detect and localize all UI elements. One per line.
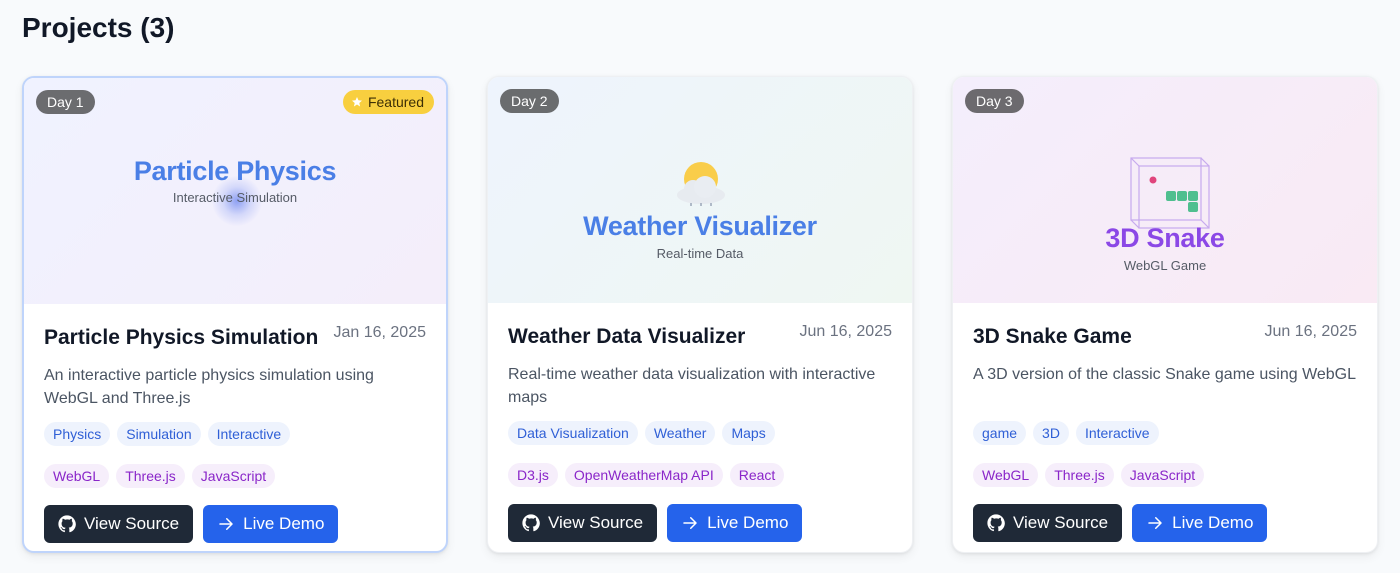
tag[interactable]: 3D xyxy=(1033,421,1069,445)
project-description: Real-time weather data visualization wit… xyxy=(508,366,876,406)
project-card-weather-visualizer[interactable]: Day 2 Weather Visualizer Real-time Data … xyxy=(487,76,913,553)
project-thumbnail[interactable]: Day 1 Featured Particle Physics Interact… xyxy=(24,78,446,304)
tag[interactable]: Interactive xyxy=(1075,421,1159,445)
project-thumbnail[interactable]: Day 2 Weather Visualizer Real-time Data xyxy=(488,77,912,303)
view-source-button[interactable]: View Source xyxy=(508,504,658,542)
tech-tag[interactable]: JavaScript xyxy=(1120,463,1205,487)
project-title: Weather Data Visualizer xyxy=(508,325,746,348)
snake-cube-icon xyxy=(1130,157,1210,229)
thumbnail-title: Weather Visualizer xyxy=(583,211,817,241)
project-title: Particle Physics Simulation xyxy=(44,326,319,349)
view-source-button[interactable]: View Source xyxy=(973,504,1123,542)
project-title: 3D Snake Game xyxy=(973,325,1132,348)
star-icon xyxy=(351,97,362,107)
thumbnail-subtitle: Real-time Data xyxy=(656,246,744,261)
sun-cloud-icon xyxy=(677,162,725,206)
live-demo-label: Live Demo xyxy=(243,514,325,533)
thumbnail-title: 3D Snake xyxy=(1105,223,1225,253)
thumbnail-title: Particle Physics xyxy=(133,156,337,186)
live-demo-label: Live Demo xyxy=(707,513,789,532)
tag[interactable]: Interactive xyxy=(207,422,291,446)
tech-tag[interactable]: WebGL xyxy=(973,463,1039,487)
featured-label: Featured xyxy=(367,94,424,110)
project-description: An interactive particle physics simulati… xyxy=(44,367,374,407)
github-icon xyxy=(522,514,540,532)
tech-tag[interactable]: OpenWeatherMap API xyxy=(564,463,723,487)
thumbnail-subtitle: WebGL Game xyxy=(1123,258,1207,273)
featured-badge: Featured xyxy=(342,90,434,114)
project-thumbnail[interactable]: Day 3 3D Snake WebGL Game xyxy=(953,77,1377,303)
tag[interactable]: Physics xyxy=(44,422,111,446)
arrow-right-icon xyxy=(1148,517,1162,529)
tag[interactable]: Data Visualization xyxy=(508,421,638,445)
tech-tag[interactable]: JavaScript xyxy=(191,464,276,488)
day-badge: Day 2 xyxy=(500,89,559,113)
live-demo-label: Live Demo xyxy=(1172,513,1254,532)
arrow-right-icon xyxy=(219,518,233,530)
view-source-label: View Source xyxy=(1013,513,1109,532)
project-date: Jan 16, 2025 xyxy=(333,324,426,341)
project-card-particle-physics[interactable]: Day 1 Featured Particle Physics Interact… xyxy=(22,76,448,553)
github-icon xyxy=(987,514,1005,532)
tech-tag[interactable]: D3.js xyxy=(508,463,558,487)
day-badge: Day 1 xyxy=(36,90,95,114)
thumbnail-subtitle: Interactive Simulation xyxy=(172,190,298,205)
day-badge: Day 3 xyxy=(965,89,1024,113)
view-source-label: View Source xyxy=(548,513,644,532)
project-date: Jun 16, 2025 xyxy=(799,323,892,340)
tag[interactable]: game xyxy=(973,421,1027,445)
tag[interactable]: Maps xyxy=(722,421,775,445)
live-demo-button[interactable]: Live Demo xyxy=(203,505,339,543)
tag-list: Physics Simulation Interactive WebGL Thr… xyxy=(44,422,426,488)
project-card-3d-snake[interactable]: Day 3 3D Snake WebGL Game 3D Snake Game … xyxy=(952,76,1378,553)
project-description: A 3D version of the classic Snake game u… xyxy=(973,366,1357,383)
tech-tag[interactable]: WebGL xyxy=(44,464,110,488)
view-source-label: View Source xyxy=(84,514,180,533)
arrow-right-icon xyxy=(683,517,697,529)
live-demo-button[interactable]: Live Demo xyxy=(1132,504,1268,542)
tech-tag[interactable]: React xyxy=(729,463,785,487)
tech-tag[interactable]: Three.js xyxy=(116,464,185,488)
tag[interactable]: Simulation xyxy=(117,422,201,446)
view-source-button[interactable]: View Source xyxy=(44,505,194,543)
tag[interactable]: Weather xyxy=(644,421,716,445)
project-date: Jun 16, 2025 xyxy=(1264,323,1357,340)
tech-tag[interactable]: Three.js xyxy=(1045,463,1114,487)
tag-list: game 3D Interactive WebGL Three.js JavaS… xyxy=(973,421,1357,487)
page-title: Projects (3) xyxy=(22,12,175,43)
github-icon xyxy=(58,515,76,533)
tag-list: Data Visualization Weather Maps D3.js Op… xyxy=(508,421,892,487)
live-demo-button[interactable]: Live Demo xyxy=(667,504,803,542)
